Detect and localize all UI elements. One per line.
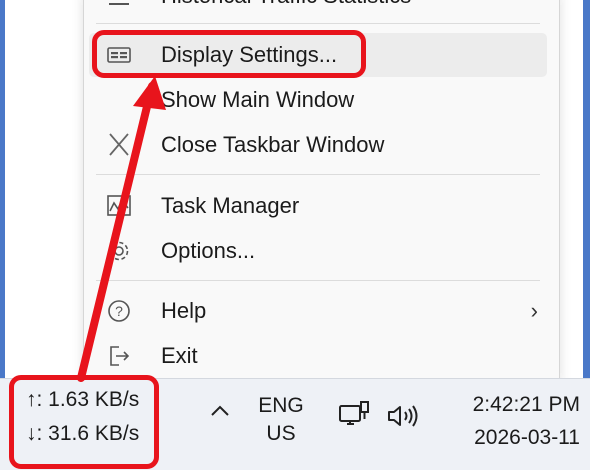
- annotation-arrow: [77, 76, 166, 382]
